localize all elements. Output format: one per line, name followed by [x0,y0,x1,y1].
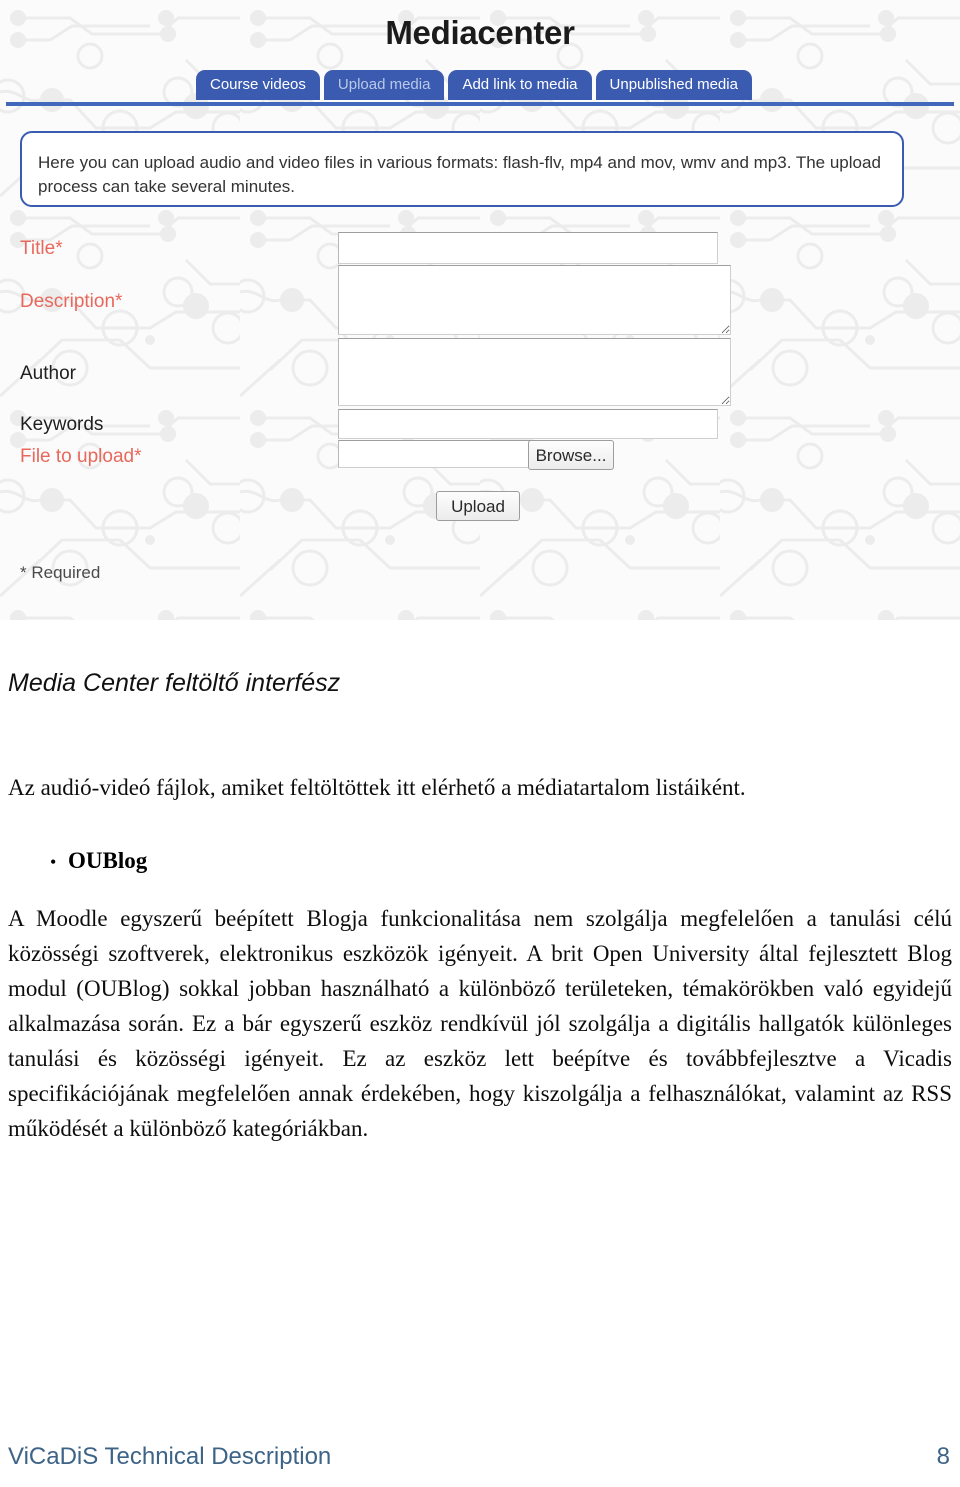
body-paragraph: A Moodle egyszerű beépített Blogja funkc… [8,906,952,1141]
label-file-to-upload: File to upload* [20,446,142,467]
label-description: Description* [20,291,123,312]
label-title: Title* [20,238,63,259]
figure-caption: Media Center feltöltő interfész [8,669,341,697]
upload-button[interactable]: Upload [436,491,520,521]
required-note: * Required [20,563,101,582]
label-author: Author [20,363,76,384]
bullet-marker-icon: • [50,852,57,872]
footer-document-title: ViCaDiS Technical Description [8,1443,332,1470]
keywords-input[interactable] [338,409,718,439]
browse-button[interactable]: Browse... [528,440,614,470]
page-footer: ViCaDiS Technical Description 8 [0,1443,960,1483]
lead-paragraph: Az audió-videó fájlok, amiket feltöltött… [8,775,746,800]
label-keywords: Keywords [20,414,104,435]
author-textarea[interactable] [338,338,731,406]
list-item: • OUBlog [8,848,508,874]
list-item-label: OUBlog [68,848,148,873]
description-textarea[interactable] [338,265,731,335]
file-path-input[interactable] [338,440,534,468]
footer-page-number: 8 [936,1443,950,1470]
embedded-screenshot: Mediacenter Course videos Upload media A… [0,0,960,620]
title-input[interactable] [338,232,718,264]
upload-form: Title* Description* Author Keywords File… [0,0,960,620]
